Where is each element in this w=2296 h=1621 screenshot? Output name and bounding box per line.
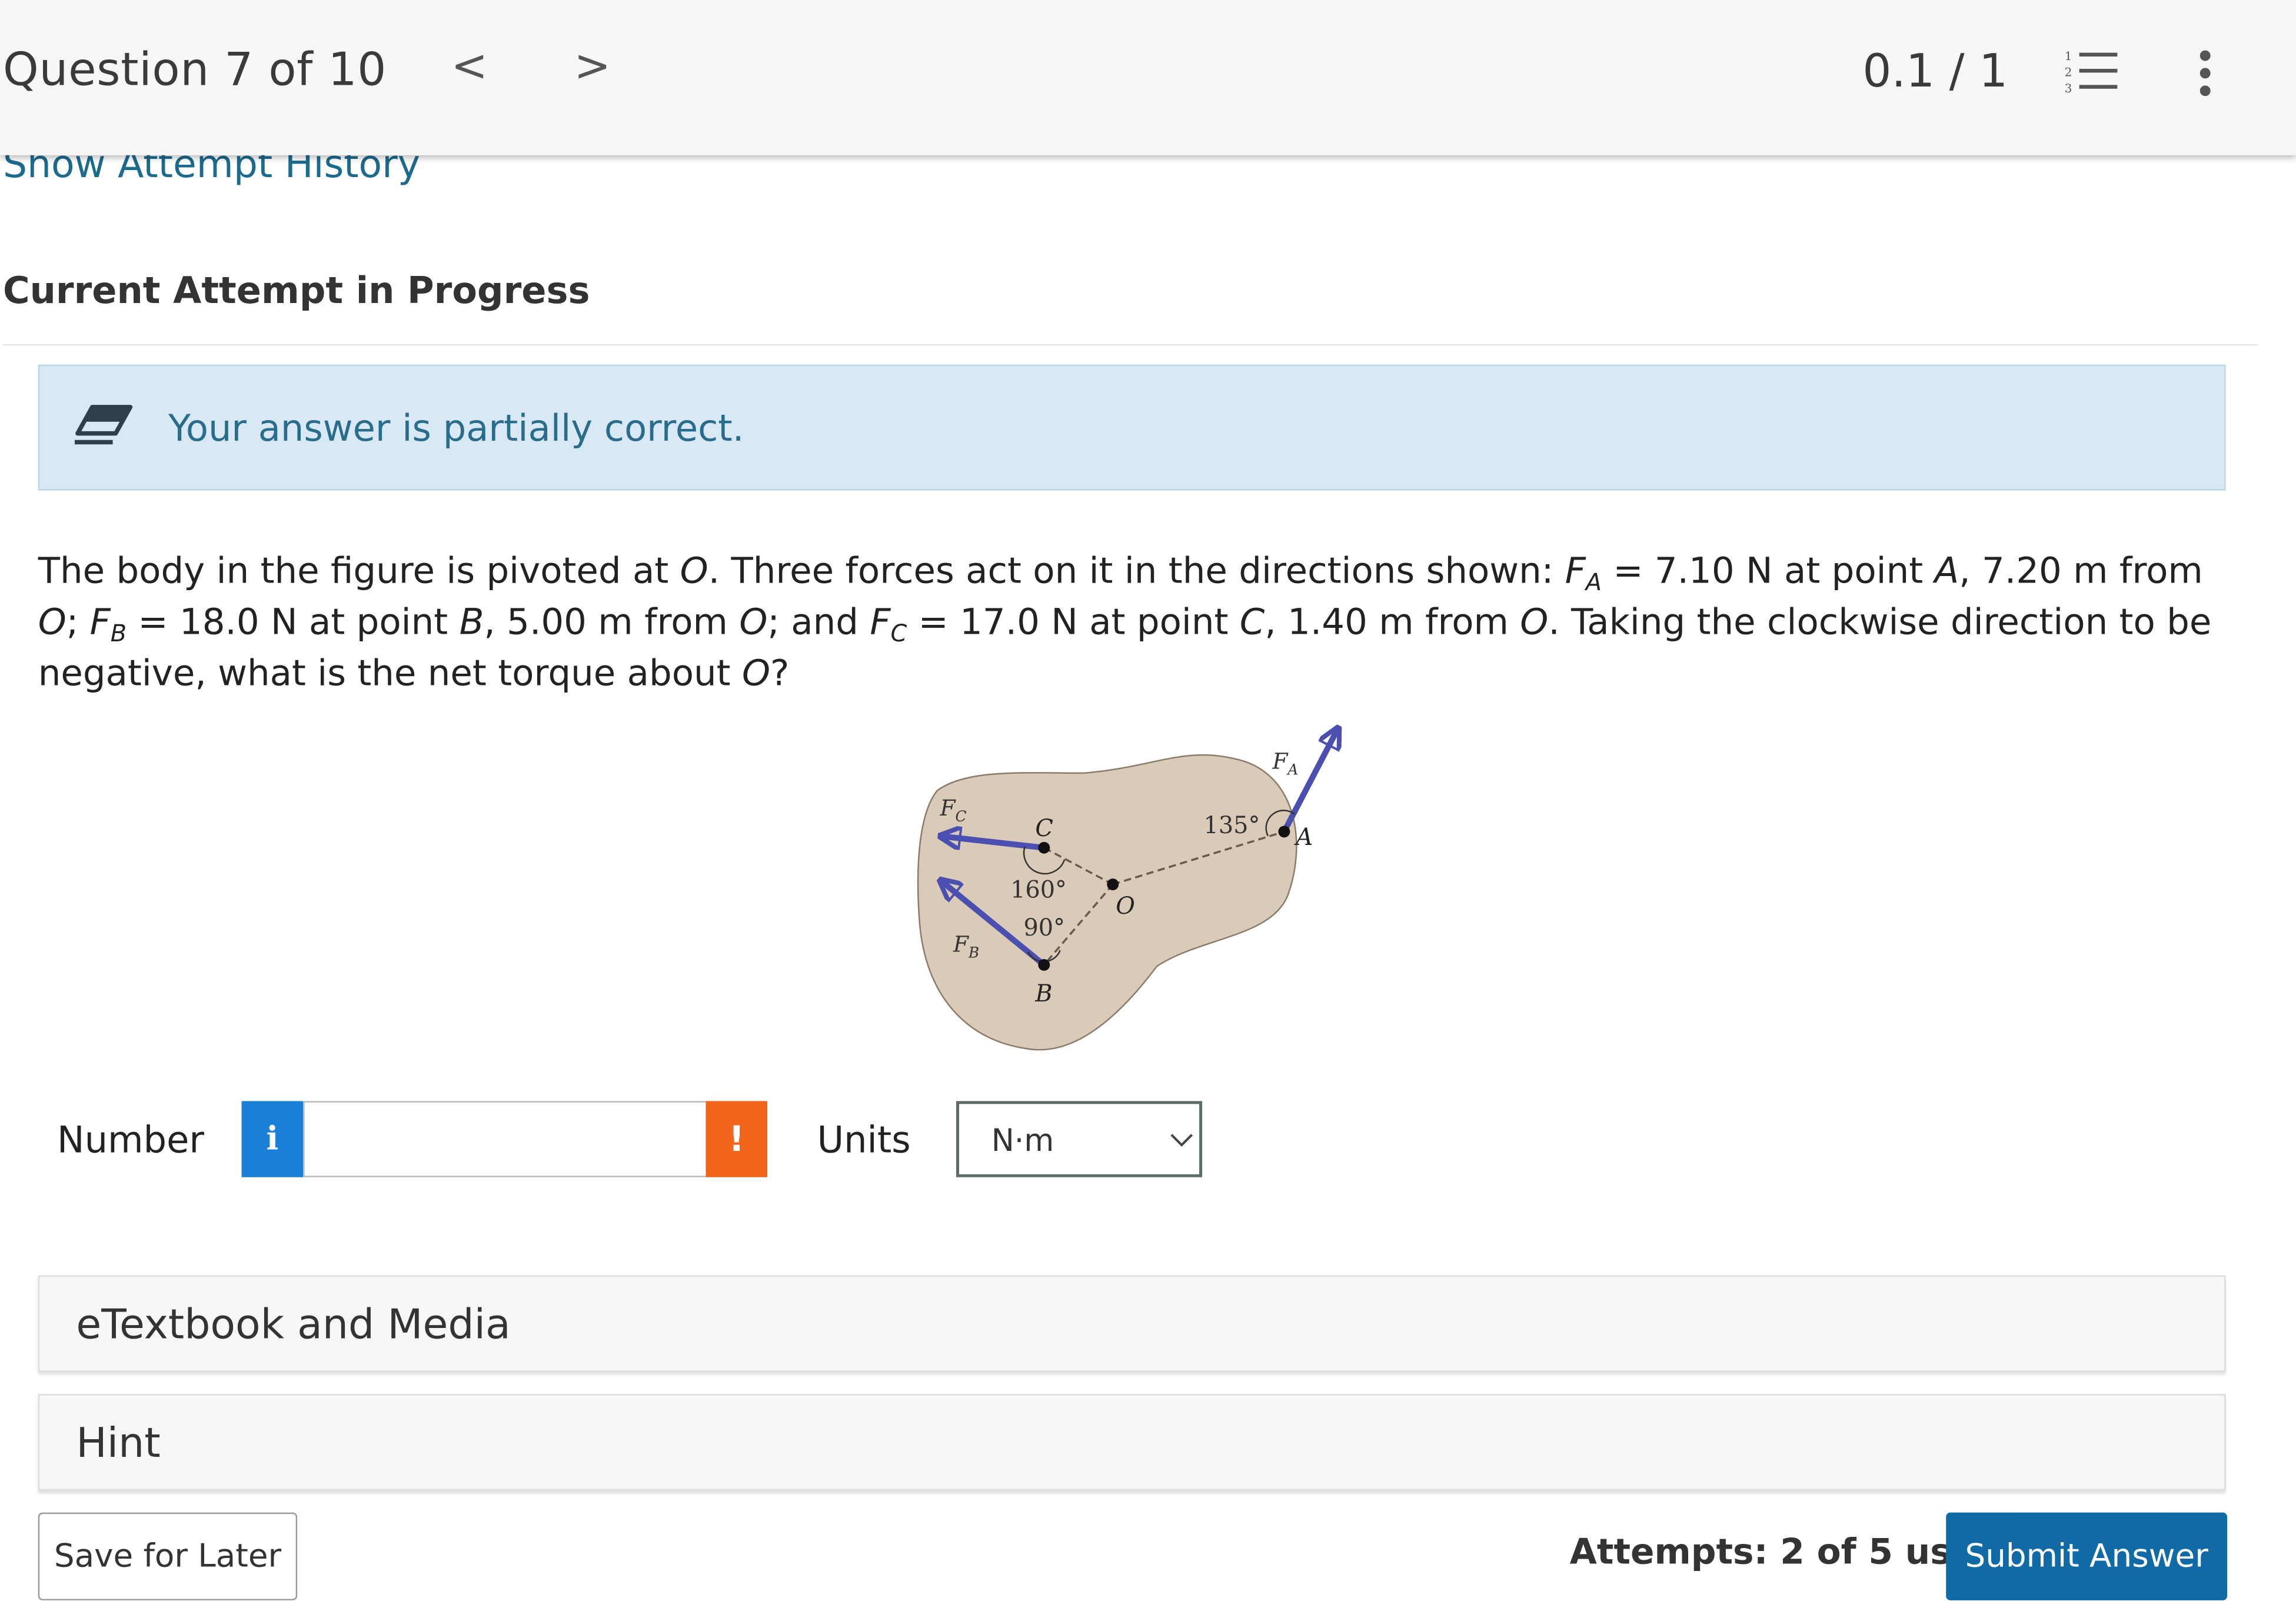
score-display: 0.1 / 1 <box>1862 45 2008 98</box>
question-counter: Question 7 of 10 <box>2 44 387 97</box>
previous-question-button[interactable]: < <box>451 41 488 92</box>
current-attempt-heading: Current Attempt in Progress <box>2 269 590 312</box>
etextbook-media-label: eTextbook and Media <box>76 1300 511 1349</box>
angle-label-B: 90° <box>1023 914 1065 941</box>
units-dropdown[interactable]: N·m <box>956 1101 1203 1177</box>
number-label: Number <box>57 1119 204 1161</box>
hint-label: Hint <box>76 1419 161 1467</box>
warning-icon: ! <box>706 1101 767 1177</box>
units-label: Units <box>817 1119 911 1161</box>
submit-answer-button[interactable]: Submit Answer <box>1946 1512 2228 1600</box>
angle-label-A: 135° <box>1204 812 1260 839</box>
force-arrow-FA <box>1282 728 1338 833</box>
number-input[interactable] <box>303 1101 707 1177</box>
numbered-list-icon[interactable]: 1 2 3 <box>2062 47 2121 97</box>
label-O: O <box>1116 893 1135 920</box>
feedback-banner: Your answer is partially correct. <box>38 364 2226 491</box>
info-icon[interactable]: i <box>241 1101 304 1177</box>
rigid-body <box>917 754 1297 1051</box>
more-options-icon[interactable] <box>2188 44 2223 103</box>
question-header: Question 7 of 10 < > 0.1 / 1 1 2 3 <box>0 0 2296 155</box>
question-text: The body in the figure is pivoted at O. … <box>38 549 2212 694</box>
etextbook-media-section[interactable]: eTextbook and Media <box>38 1275 2226 1372</box>
svg-text:3: 3 <box>2065 82 2072 95</box>
label-A: A <box>1293 824 1313 851</box>
svg-text:2: 2 <box>2065 65 2072 79</box>
feedback-message: Your answer is partially correct. <box>168 407 744 450</box>
pivot-O <box>1107 878 1119 891</box>
divider <box>2 344 2258 346</box>
point-C <box>1038 841 1050 854</box>
label-B: B <box>1034 980 1052 1007</box>
hint-section[interactable]: Hint <box>38 1394 2226 1491</box>
chevron-down-icon <box>1170 1134 1193 1147</box>
eraser-icon <box>74 405 133 445</box>
attempts-counter: Attempts: 2 of 5 used <box>1569 1531 2001 1573</box>
next-question-button[interactable]: > <box>574 41 611 92</box>
svg-text:1: 1 <box>2065 49 2072 63</box>
save-for-later-button[interactable]: Save for Later <box>38 1512 298 1600</box>
label-C: C <box>1035 815 1053 842</box>
pivoted-body-figure: FA FC FB A C B O 135° 160° 90° <box>917 717 1362 1051</box>
page: Question 7 of 10 < > 0.1 / 1 1 2 3 Show … <box>0 0 2296 1621</box>
label-FA: FA <box>1272 748 1299 778</box>
point-A <box>1278 826 1290 838</box>
point-B <box>1038 958 1050 971</box>
angle-label-C: 160° <box>1010 876 1067 903</box>
units-selected-value: N·m <box>991 1123 1054 1159</box>
